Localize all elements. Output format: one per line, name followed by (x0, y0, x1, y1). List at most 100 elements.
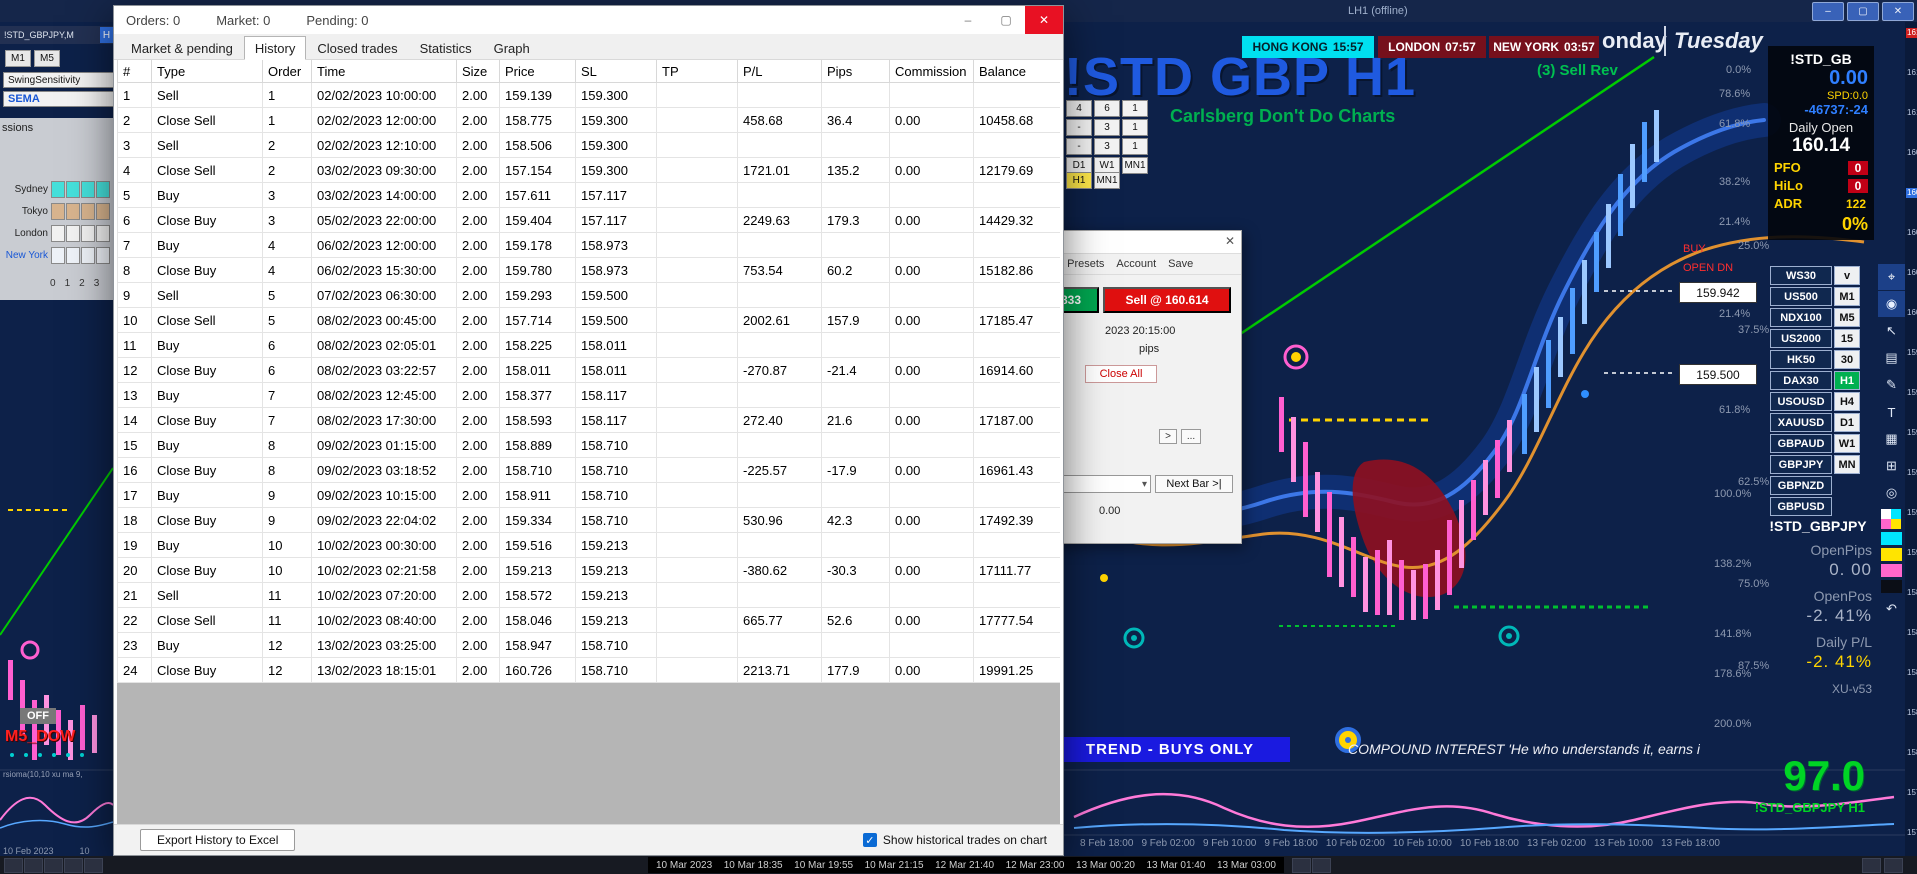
taskbar-window-button[interactable] (4, 858, 23, 873)
taskbar-window-button[interactable] (64, 858, 83, 873)
taskbar-window-button[interactable] (1292, 858, 1311, 873)
more-button[interactable]: ... (1181, 429, 1201, 444)
table-row[interactable]: 1 Sell 1 02/02/2023 10:00:00 2.00 159.139 159.… (117, 82, 1060, 108)
table-row[interactable]: 8 Close Buy 4 06/02/2023 15:30:00 2.00 159.78… (117, 257, 1060, 283)
preset-dropdown[interactable]: ▾ (1059, 475, 1151, 493)
grid-icon[interactable]: ▦ (1878, 426, 1905, 452)
timeframe-button[interactable]: M5 (34, 50, 60, 67)
color-swatch-yellow[interactable] (1881, 548, 1902, 561)
dialog-tab[interactable]: Graph (483, 36, 541, 60)
timeframe-button[interactable]: D1 (1834, 413, 1860, 432)
symbol-button[interactable]: WS30 (1770, 266, 1832, 285)
table-row[interactable]: 6 Close Buy 3 05/02/2023 22:00:00 2.00 159.40… (117, 207, 1060, 233)
grid-cell[interactable]: MN1 (1122, 157, 1148, 174)
undo-icon[interactable]: ↶ (1878, 596, 1905, 622)
taskbar-window-button[interactable] (84, 858, 103, 873)
grid-cell[interactable]: 1 (1122, 138, 1148, 155)
column-header[interactable]: Price (499, 60, 576, 83)
table-row[interactable]: 13 Buy 7 08/02/2023 12:45:00 2.00 158.377 158.… (117, 382, 1060, 408)
h-button[interactable]: H (100, 27, 113, 43)
table-row[interactable]: 15 Buy 8 09/02/2023 01:15:00 2.00 158.889 158.… (117, 432, 1060, 458)
dialog-tab[interactable]: Market & pending (120, 36, 244, 60)
taskbar-window-button[interactable] (1862, 858, 1881, 873)
show-trades-option[interactable]: ✓ Show historical trades on chart (862, 833, 1047, 847)
symbol-button[interactable]: GBPNZD (1770, 476, 1832, 495)
grid-cell[interactable]: 3 (1094, 138, 1120, 155)
symbol-button[interactable]: USOUSD (1770, 392, 1832, 411)
symbol-button[interactable]: GBPUSD (1770, 497, 1832, 516)
table-row[interactable]: 20 Close Buy 10 10/02/2023 02:21:58 2.00 159.… (117, 557, 1060, 583)
table-row[interactable]: 16 Close Buy 8 09/02/2023 03:18:52 2.00 158.7… (117, 457, 1060, 483)
grid-cell[interactable]: 4 (1066, 100, 1092, 117)
table-row[interactable]: 12 Close Buy 6 08/02/2023 03:22:57 2.00 158.0… (117, 357, 1060, 383)
column-header[interactable]: Pips (821, 60, 890, 83)
grid-cell[interactable]: 1 (1122, 100, 1148, 117)
table-row[interactable]: 4 Close Sell 2 03/02/2023 09:30:00 2.00 157.1… (117, 157, 1060, 183)
trade-panel-titlebar[interactable]: ✕ (1041, 231, 1241, 254)
column-header[interactable]: Commission (889, 60, 974, 83)
taskbar-window-button[interactable] (44, 858, 63, 873)
cursor-icon[interactable]: ↖ (1878, 318, 1905, 344)
column-header[interactable]: Time (311, 60, 457, 83)
close-icon[interactable]: ✕ (1225, 234, 1235, 248)
taskbar-window-button[interactable] (1312, 858, 1331, 873)
column-header[interactable]: Order (262, 60, 312, 83)
text-icon[interactable]: T (1878, 399, 1905, 425)
grid-cell[interactable]: 1 (1122, 119, 1148, 136)
chart-list-icon[interactable]: ▤ (1878, 345, 1905, 371)
table-row[interactable]: 3 Sell 2 02/02/2023 12:10:00 2.00 158.506 159.… (117, 132, 1060, 158)
timeframe-button[interactable]: v (1834, 266, 1860, 285)
export-history-button[interactable]: Export History to Excel (140, 829, 296, 851)
dialog-tab[interactable]: Closed trades (306, 36, 408, 60)
symbol-button[interactable]: US2000 (1770, 329, 1832, 348)
symbol-button[interactable]: US500 (1770, 287, 1832, 306)
table-row[interactable]: 7 Buy 4 06/02/2023 12:00:00 2.00 159.178 158.9… (117, 232, 1060, 258)
symbol-button[interactable]: HK50 (1770, 350, 1832, 369)
dialog-tab[interactable]: History (243, 36, 307, 60)
active-timeframe-cell[interactable]: H1 (1066, 172, 1092, 189)
timeframe-button[interactable]: 15 (1834, 329, 1860, 348)
table-row[interactable]: 19 Buy 10 10/02/2023 00:30:00 2.00 159.516 159… (117, 532, 1060, 558)
crosshair-icon[interactable]: ⌖ (1878, 264, 1905, 290)
table-row[interactable]: 23 Buy 12 13/02/2023 03:25:00 2.00 158.947 158… (117, 632, 1060, 658)
table-row[interactable]: 14 Close Buy 7 08/02/2023 17:30:00 2.00 158.5… (117, 407, 1060, 433)
column-header[interactable]: Size (456, 60, 500, 83)
sell-button[interactable]: Sell @ 160.614 (1103, 287, 1231, 313)
timeframe-button[interactable]: M5 (1834, 308, 1860, 327)
symbol-button[interactable]: GBPAUD (1770, 434, 1832, 453)
grid-cell[interactable]: MN1 (1094, 172, 1120, 189)
table-row[interactable]: 21 Sell 11 10/02/2023 07:20:00 2.00 158.572 15… (117, 582, 1060, 608)
column-header[interactable]: P/L (737, 60, 822, 83)
table-row[interactable]: 24 Close Buy 12 13/02/2023 18:15:01 2.00 160.… (117, 657, 1060, 683)
grid-cell[interactable]: - (1066, 138, 1092, 155)
column-header[interactable]: SL (575, 60, 657, 83)
minimize-icon[interactable]: – (949, 6, 987, 34)
color-swatch-black[interactable] (1881, 580, 1902, 593)
grid-cell[interactable]: - (1066, 119, 1092, 136)
table-row[interactable]: 17 Buy 9 09/02/2023 10:15:00 2.00 158.911 158.… (117, 482, 1060, 508)
trade-panel-tab[interactable]: Save (1168, 258, 1193, 270)
off-badge[interactable]: OFF (20, 708, 56, 724)
color-swatch-magenta[interactable] (1881, 564, 1902, 577)
color-swatch-cyan[interactable] (1881, 532, 1902, 545)
table-row[interactable]: 22 Close Sell 11 10/02/2023 08:40:00 2.00 158… (117, 607, 1060, 633)
dialog-tab[interactable]: Statistics (409, 36, 483, 60)
timeframe-button[interactable]: MN (1834, 455, 1860, 474)
pencil-icon[interactable]: ✎ (1878, 372, 1905, 398)
eye-icon[interactable]: ◉ (1878, 291, 1905, 317)
grid-cell[interactable]: 6 (1094, 100, 1120, 117)
close-icon[interactable]: ✕ (1025, 6, 1063, 34)
checkbox-checked-icon[interactable]: ✓ (862, 833, 877, 847)
column-header[interactable]: # (117, 60, 152, 83)
printer-icon[interactable]: ⊞ (1878, 453, 1905, 479)
column-header[interactable]: Type (151, 60, 263, 83)
symbol-button[interactable]: GBPJPY (1770, 455, 1832, 474)
arrow-button[interactable]: > (1159, 429, 1177, 444)
timeframe-button[interactable]: M1 (5, 50, 31, 67)
column-header[interactable]: Balance (973, 60, 1060, 83)
taskbar-window-button[interactable] (1884, 858, 1903, 873)
dialog-titlebar[interactable]: Orders: 0 Market: 0 Pending: 0 – ▢ ✕ (114, 6, 1063, 34)
timeframe-button[interactable]: H1 (1834, 371, 1860, 390)
symbol-button[interactable]: DAX30 (1770, 371, 1832, 390)
trade-panel-tab[interactable]: Presets (1067, 258, 1104, 270)
